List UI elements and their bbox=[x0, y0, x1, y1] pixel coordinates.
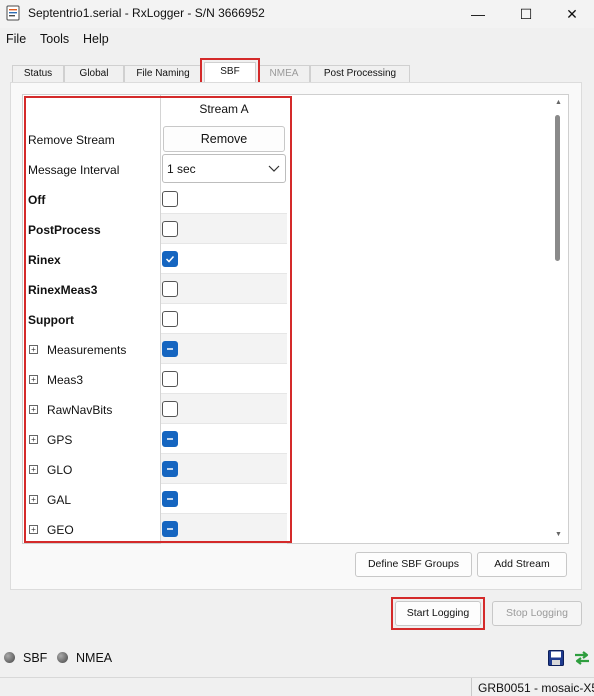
scrollbar-thumb[interactable] bbox=[555, 115, 560, 261]
menu-file[interactable]: File bbox=[6, 32, 26, 46]
scroll-up-icon[interactable]: ▲ bbox=[555, 99, 562, 106]
app-logo-icon bbox=[6, 5, 20, 21]
close-button[interactable]: ✕ bbox=[549, 0, 594, 28]
tab-global[interactable]: Global bbox=[64, 65, 124, 82]
tab-nmea: NMEA bbox=[258, 65, 310, 82]
save-icon[interactable] bbox=[548, 650, 564, 666]
define-sbf-groups-button[interactable]: Define SBF Groups bbox=[355, 552, 472, 577]
add-stream-button[interactable]: Add Stream bbox=[477, 552, 567, 577]
menu-bar: File Tools Help bbox=[0, 30, 594, 50]
tab-file-naming[interactable]: File Naming bbox=[124, 65, 202, 82]
nmea-status-led-icon bbox=[57, 652, 68, 663]
sbf-status-led-icon bbox=[4, 652, 15, 663]
tab-status[interactable]: Status bbox=[12, 65, 64, 82]
menu-help[interactable]: Help bbox=[83, 32, 109, 46]
window-title: Septentrio1.serial - RxLogger - S/N 3666… bbox=[28, 6, 265, 20]
tab-strip: Status Global File Naming SBF NMEA Post … bbox=[0, 60, 594, 82]
minimize-icon: — bbox=[471, 6, 485, 22]
device-info: GRB0051 - mosaic-X5 bbox=[478, 681, 594, 695]
nmea-status-label: NMEA bbox=[76, 651, 113, 665]
close-icon: ✕ bbox=[566, 5, 578, 22]
title-bar: Septentrio1.serial - RxLogger - S/N 3666… bbox=[0, 0, 594, 28]
tab-post-processing[interactable]: Post Processing bbox=[310, 65, 410, 82]
maximize-button[interactable]: ☐ bbox=[503, 0, 549, 28]
status-bar-separator bbox=[471, 678, 472, 696]
start-logging-highlight bbox=[391, 597, 485, 630]
stream-grid-highlight bbox=[24, 96, 292, 543]
sbf-status-label: SBF bbox=[23, 651, 48, 665]
minimize-button[interactable]: — bbox=[455, 0, 501, 28]
scroll-down-icon[interactable]: ▼ bbox=[555, 531, 562, 538]
swap-arrows-icon[interactable] bbox=[573, 649, 591, 667]
stop-logging-button: Stop Logging bbox=[492, 601, 582, 626]
maximize-icon: ☐ bbox=[519, 5, 533, 22]
menu-tools[interactable]: Tools bbox=[40, 32, 69, 46]
